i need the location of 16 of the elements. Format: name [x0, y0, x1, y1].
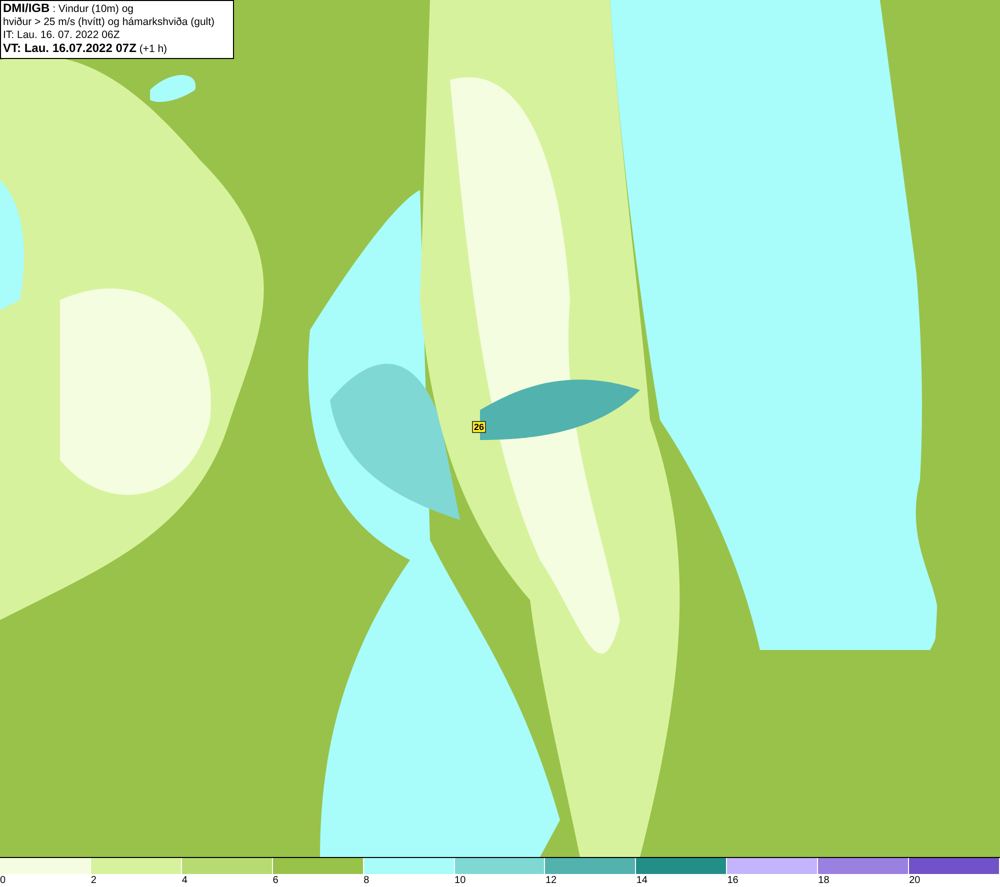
info-text: IT: Lau. 16. 07. 2022 06Z [3, 29, 121, 42]
legend-value: 8 [364, 874, 370, 887]
legend-value: 16 [727, 874, 738, 887]
legend-value: 4 [182, 874, 188, 887]
legend-value: 6 [272, 874, 278, 887]
legend-value: 18 [818, 874, 830, 887]
legend-value: 20 [909, 874, 920, 887]
legend-value: 12 [545, 874, 557, 887]
info-text: VT: Lau. 16.07.2022 07Z (+1 h) [3, 42, 168, 56]
legend-value: 10 [454, 874, 466, 887]
info-text: hviður > 25 m/s (hvítt) og hámarkshviða (gult) [3, 16, 216, 29]
gust-label: 26 [472, 421, 486, 433]
legend-value: 2 [90, 874, 96, 887]
legend-value: 14 [636, 874, 648, 887]
info-text: DMI/IGB : Vindur (10m) og [3, 2, 135, 16]
legend-value: 0 [0, 874, 6, 887]
